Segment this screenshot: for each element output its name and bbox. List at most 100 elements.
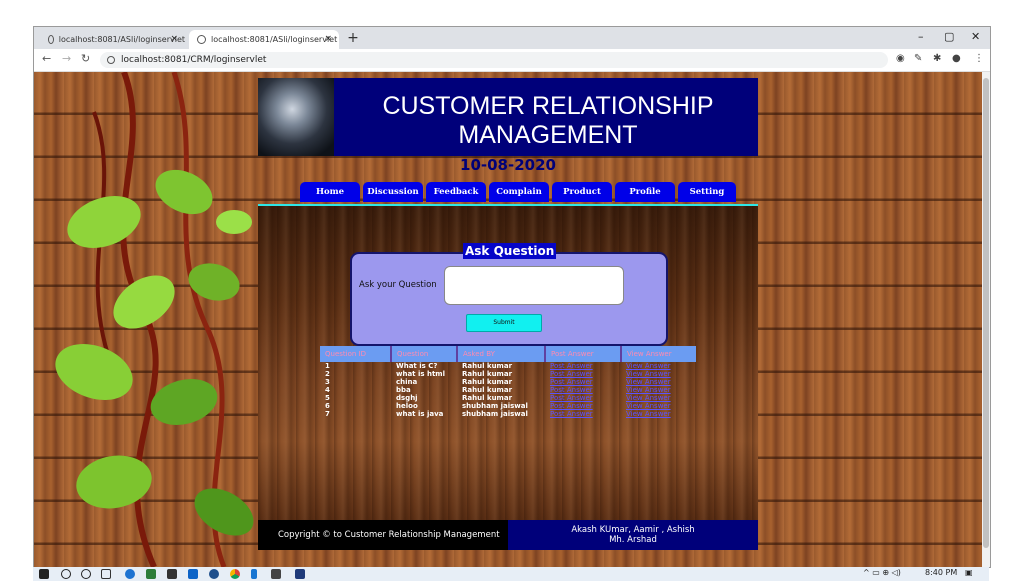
view-answer-link[interactable]: View Answer bbox=[621, 362, 696, 370]
site-info-icon[interactable] bbox=[107, 56, 115, 64]
view-answer-link[interactable]: View Answer bbox=[621, 394, 696, 402]
post-answer-link[interactable]: Post Answer bbox=[545, 402, 621, 410]
table-row: 5 dsghj Rahul kumar Post Answer View Ans… bbox=[320, 394, 696, 402]
media-icon[interactable]: ◉ bbox=[896, 53, 905, 64]
chrome-icon[interactable] bbox=[230, 569, 240, 579]
question-text: china bbox=[396, 378, 418, 386]
view-answer-link[interactable]: View Answer bbox=[621, 402, 696, 410]
nav-profile[interactable]: Profile bbox=[615, 182, 675, 202]
page-scrollbar[interactable] bbox=[982, 72, 990, 567]
edge-icon[interactable] bbox=[125, 569, 135, 579]
post-answer-link[interactable]: Post Answer bbox=[545, 370, 621, 378]
maximize-button[interactable]: ▢ bbox=[944, 30, 954, 43]
question-text: bba bbox=[396, 386, 411, 394]
ask-question-label: Ask your Question bbox=[359, 280, 437, 290]
page-viewport: CUSTOMER RELATIONSHIP MANAGEMENT 10-08-2… bbox=[34, 72, 990, 567]
browser-tab-1[interactable]: localhost:8081/ASli/loginservlet × bbox=[40, 30, 185, 49]
nav-feedback[interactable]: Feedback bbox=[426, 182, 486, 202]
tab-title: localhost:8081/ASli/loginservlet bbox=[211, 35, 338, 44]
app-icon[interactable] bbox=[251, 569, 257, 579]
table-row: 7 what is java shubham jaiswal Post Answ… bbox=[320, 410, 696, 418]
minimize-button[interactable]: – bbox=[918, 30, 924, 43]
vine-decoration bbox=[55, 72, 254, 567]
asked-by: Rahul kumar bbox=[462, 378, 513, 386]
post-answer-link[interactable]: Post Answer bbox=[545, 394, 621, 402]
view-answer-link[interactable]: View Answer bbox=[621, 378, 696, 386]
tab-title: localhost:8081/ASli/loginservlet bbox=[58, 35, 185, 44]
submit-button[interactable]: Submit bbox=[466, 314, 542, 332]
question-id: 4 bbox=[325, 386, 330, 394]
store-icon[interactable] bbox=[167, 569, 177, 579]
question-id: 7 bbox=[325, 410, 330, 418]
app-icon[interactable] bbox=[271, 569, 281, 579]
globe-icon bbox=[48, 35, 54, 44]
column-header: Question ID bbox=[320, 346, 392, 362]
question-text: What is C? bbox=[396, 362, 438, 370]
browser-tab-2[interactable]: localhost:8081/ASli/loginservlet × bbox=[189, 30, 339, 49]
footer-copyright: Copyright © to Customer Relationship Man… bbox=[258, 520, 508, 550]
notification-icon[interactable]: ▣ bbox=[965, 568, 973, 577]
column-header: View Answer bbox=[621, 346, 696, 362]
new-tab-button[interactable]: + bbox=[344, 30, 362, 47]
menu-icon[interactable]: ⋮ bbox=[974, 53, 984, 64]
address-bar[interactable]: localhost:8081/CRM/loginservlet bbox=[100, 52, 888, 68]
scrollbar-thumb[interactable] bbox=[983, 78, 989, 548]
asked-by: Rahul kumar bbox=[462, 370, 513, 378]
view-answer-link[interactable]: View Answer bbox=[621, 386, 696, 394]
ask-question-form: Ask your Question Submit bbox=[350, 252, 668, 346]
close-window-button[interactable]: ✕ bbox=[971, 30, 980, 43]
question-text: dsghj bbox=[396, 394, 418, 402]
back-icon[interactable]: ← bbox=[42, 52, 51, 65]
ask-question-title: Ask Question bbox=[463, 243, 557, 259]
url-text: localhost:8081/CRM/loginservlet bbox=[121, 55, 267, 65]
title-line-2: MANAGEMENT bbox=[458, 121, 638, 149]
profile-avatar[interactable]: ● bbox=[952, 53, 961, 64]
question-input[interactable] bbox=[444, 266, 624, 305]
question-id: 1 bbox=[325, 362, 330, 370]
site-header: CUSTOMER RELATIONSHIP MANAGEMENT bbox=[258, 78, 758, 156]
globe-icon bbox=[197, 35, 206, 44]
nav-complain[interactable]: Complain bbox=[489, 182, 549, 202]
authors-line-1: Akash KUmar, Aamir , Ashish bbox=[571, 525, 695, 535]
edit-icon[interactable]: ✎ bbox=[914, 53, 922, 64]
nav-setting[interactable]: Setting bbox=[678, 182, 736, 202]
questions-table: Question ID Question Asked BY Post Answe… bbox=[320, 346, 696, 418]
cortana-icon[interactable] bbox=[81, 569, 91, 579]
mail-icon[interactable] bbox=[188, 569, 198, 579]
asked-by: Rahul kumar bbox=[462, 362, 513, 370]
reload-icon[interactable]: ↻ bbox=[81, 52, 90, 65]
post-answer-link[interactable]: Post Answer bbox=[545, 362, 621, 370]
close-tab-icon[interactable]: × bbox=[170, 34, 178, 44]
question-id: 3 bbox=[325, 378, 330, 386]
view-answer-link[interactable]: View Answer bbox=[621, 370, 696, 378]
asked-by: shubham jaiswal bbox=[462, 410, 528, 418]
app-icon[interactable] bbox=[146, 569, 156, 579]
table-row: 1 What is C? Rahul kumar Post Answer Vie… bbox=[320, 362, 696, 370]
post-answer-link[interactable]: Post Answer bbox=[545, 386, 621, 394]
app-icon[interactable] bbox=[295, 569, 305, 579]
question-id: 6 bbox=[325, 402, 330, 410]
post-answer-link[interactable]: Post Answer bbox=[545, 410, 621, 418]
view-answer-link[interactable]: View Answer bbox=[621, 410, 696, 418]
nav-discussion[interactable]: Discussion bbox=[363, 182, 423, 202]
nav-home[interactable]: Home bbox=[300, 182, 360, 202]
post-answer-link[interactable]: Post Answer bbox=[545, 378, 621, 386]
app-icon[interactable] bbox=[209, 569, 219, 579]
search-icon[interactable] bbox=[61, 569, 71, 579]
windows-taskbar: ^ ▭ ⊕ ◁) 8:40 PM ▣ bbox=[33, 567, 989, 581]
table-row: 6 heloo shubham jaiswal Post Answer View… bbox=[320, 402, 696, 410]
current-date: 10-08-2020 bbox=[460, 156, 556, 174]
start-icon[interactable] bbox=[39, 569, 49, 579]
table-row: 3 china Rahul kumar Post Answer View Ans… bbox=[320, 378, 696, 386]
task-view-icon[interactable] bbox=[101, 569, 111, 579]
nav-product[interactable]: Product bbox=[552, 182, 612, 202]
table-row: 4 bba Rahul kumar Post Answer View Answe… bbox=[320, 386, 696, 394]
clock[interactable]: 8:40 PM bbox=[925, 568, 957, 577]
authors-line-2: Mh. Arshad bbox=[609, 535, 657, 545]
footer-authors: Akash KUmar, Aamir , Ashish Mh. Arshad bbox=[508, 520, 758, 550]
extensions-icon[interactable]: ✱ bbox=[933, 53, 941, 64]
forward-icon[interactable]: → bbox=[62, 52, 71, 65]
tray-icons[interactable]: ^ ▭ ⊕ ◁) bbox=[863, 568, 901, 577]
asked-by: shubham jaiswal bbox=[462, 402, 528, 410]
close-tab-icon[interactable]: × bbox=[324, 34, 332, 44]
